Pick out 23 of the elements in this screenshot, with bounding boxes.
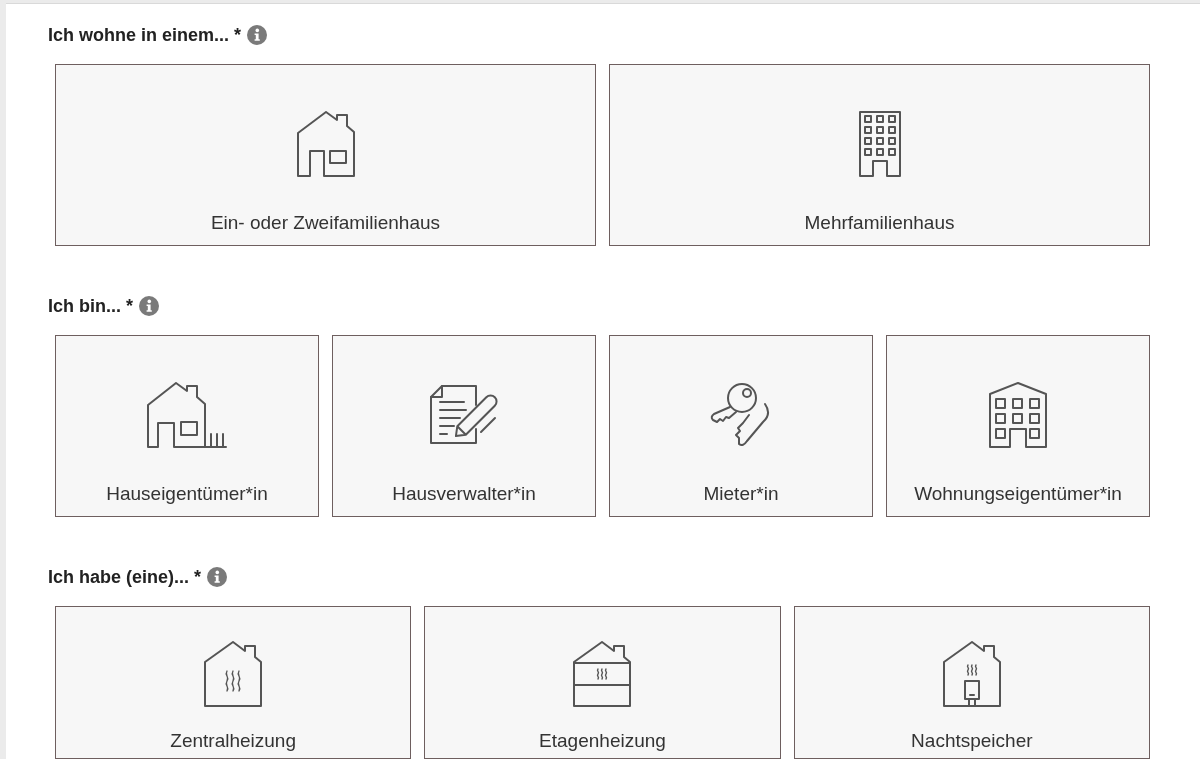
house-storage-heater-icon (942, 641, 1001, 707)
house-heating-icon (204, 641, 263, 707)
info-icon[interactable] (207, 567, 228, 587)
house-icon (296, 111, 355, 177)
question-heading: Ich habe (eine)... * (48, 567, 202, 587)
office-building-icon (989, 382, 1047, 448)
option-card[interactable]: Nachtspeicher (793, 606, 1150, 759)
question-heading: Ich bin... * (48, 296, 133, 316)
document-pen-icon (430, 385, 498, 445)
house-with-fence-icon (147, 382, 227, 448)
option-card[interactable]: Ein- oder Zweifamilienhaus (55, 64, 596, 246)
info-icon[interactable] (139, 296, 159, 316)
option-card[interactable]: Mieter*in (609, 335, 873, 517)
question-heading: Ich wohne in einem... * (48, 25, 242, 45)
option-card[interactable]: Etagenheizung (424, 606, 781, 759)
apartment-building-icon (858, 111, 901, 177)
option-card[interactable]: Zentralheizung (55, 606, 412, 759)
option-card[interactable]: Mehrfamilienhaus (609, 64, 1150, 246)
option-card[interactable]: Hausverwalter*in (332, 335, 596, 517)
info-icon[interactable] (247, 25, 268, 45)
house-floor-heating-icon (573, 641, 632, 707)
option-card[interactable]: Wohnungseigentümer*in (886, 335, 1150, 517)
option-card[interactable]: Hauseigentümer*in (55, 335, 319, 517)
